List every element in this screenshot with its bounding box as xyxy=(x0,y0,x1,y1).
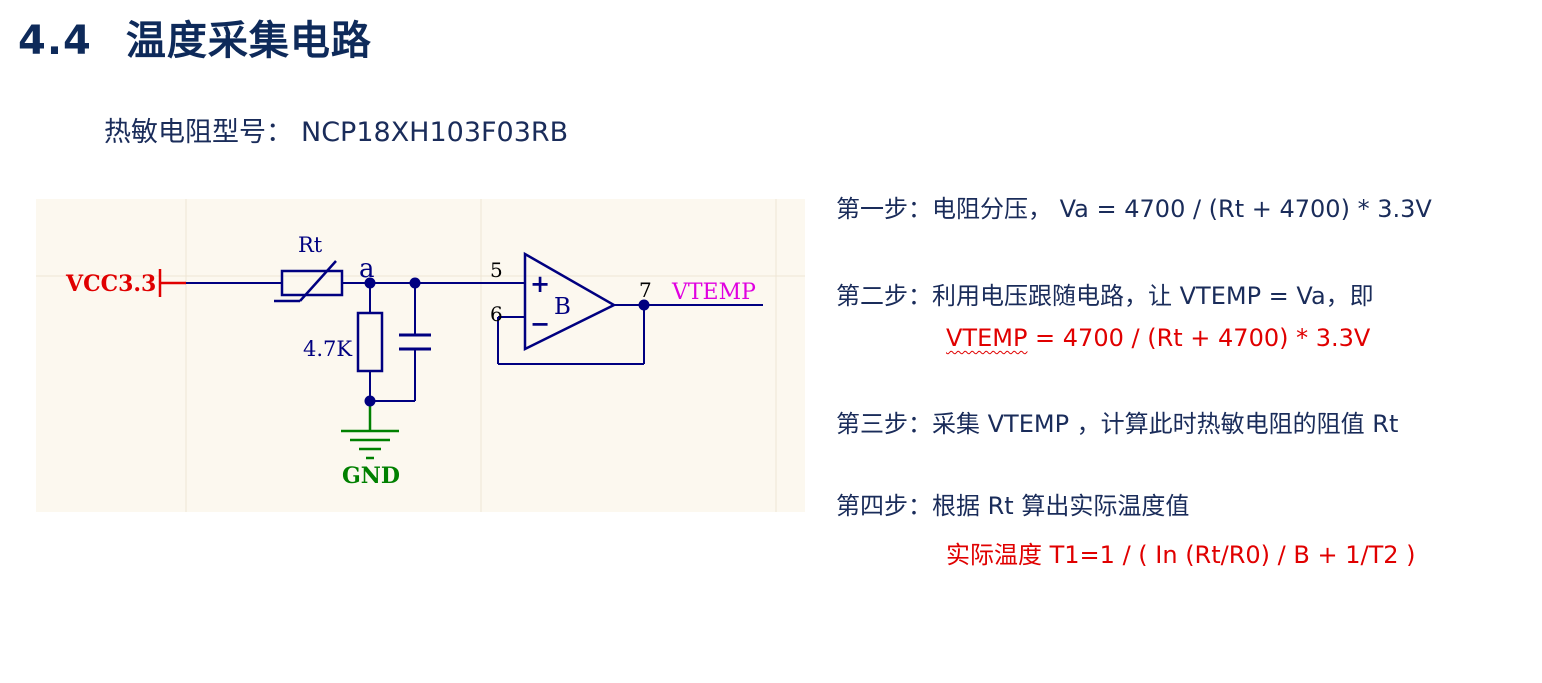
step-4-formula: 实际温度 T1=1 / ( In (Rt/R0) / B + 1/T2 ) xyxy=(946,535,1416,570)
step-2-prefix: 第二步： xyxy=(836,282,932,310)
step-4: 第四步：根据 Rt 算出实际温度值 xyxy=(836,486,1189,521)
model-value: NCP18XH103F03RB xyxy=(301,117,569,148)
junction-dots xyxy=(364,277,650,407)
step-4-prefix: 第四步： xyxy=(836,492,932,520)
opamp-plus-sign: + xyxy=(530,269,550,298)
opamp-minus-sign: − xyxy=(530,309,550,338)
schematic-grid xyxy=(36,199,805,512)
pin-7-label: 7 xyxy=(639,278,652,302)
circuit-schematic: VCC3.3 Rt a 4.7K GND + − B 5 6 7 VTEMP xyxy=(36,199,805,512)
gnd-label: GND xyxy=(342,463,400,489)
step-1-prefix: 第一步： xyxy=(836,195,932,223)
step-2-text: 利用电压跟随电路，让 VTEMP = Va，即 xyxy=(932,282,1374,310)
thermistor-rt xyxy=(274,260,344,303)
formula-rhs: = 4700 / (Rt + 4700) * 3.3V xyxy=(1027,324,1371,352)
step-2: 第二步：利用电压跟随电路，让 VTEMP = Va，即 xyxy=(836,276,1374,311)
rt-label: Rt xyxy=(298,233,323,257)
step-3: 第三步：采集 VTEMP ，计算此时热敏电阻的阻值 Rt xyxy=(836,404,1398,439)
thermistor-model-line: 热敏电阻型号： NCP18XH103F03RB xyxy=(104,110,568,149)
resistor-label: 4.7K xyxy=(303,337,352,361)
step-1: 第一步：电阻分压， Va = 4700 / (Rt + 4700) * 3.3V xyxy=(836,189,1432,224)
temperature-formula: 实际温度 T1=1 / ( In (Rt/R0) / B + 1/T2 ) xyxy=(946,541,1416,569)
section-title: 温度采集电路 xyxy=(125,18,372,64)
capacitor xyxy=(399,333,431,351)
page-title: 4.4 温度采集电路 xyxy=(18,8,372,66)
step-3-prefix: 第三步： xyxy=(836,410,932,438)
pin-6-label: 6 xyxy=(490,302,503,326)
formula-vtemp: VTEMP xyxy=(946,324,1028,352)
pin-5-label: 5 xyxy=(490,258,503,282)
step-1-text: 电阻分压， Va = 4700 / (Rt + 4700) * 3.3V xyxy=(932,195,1432,223)
step-2-formula: VTEMP = 4700 / (Rt + 4700) * 3.3V xyxy=(946,324,1370,352)
section-number: 4.4 xyxy=(18,18,92,64)
step-3-text: 采集 VTEMP ，计算此时热敏电阻的阻值 Rt xyxy=(932,410,1399,438)
resistor-4k7 xyxy=(356,311,384,373)
step-4-text: 根据 Rt 算出实际温度值 xyxy=(932,492,1190,520)
model-label: 热敏电阻型号： xyxy=(104,117,293,148)
vcc-symbol xyxy=(158,269,186,297)
opamp-label: B xyxy=(554,294,571,320)
vcc-label: VCC3.3 xyxy=(65,271,156,297)
output-label: VTEMP xyxy=(671,280,756,305)
schematic-svg: VCC3.3 Rt a 4.7K GND + − B 5 6 7 VTEMP xyxy=(36,199,805,512)
ground-symbol xyxy=(341,401,399,460)
